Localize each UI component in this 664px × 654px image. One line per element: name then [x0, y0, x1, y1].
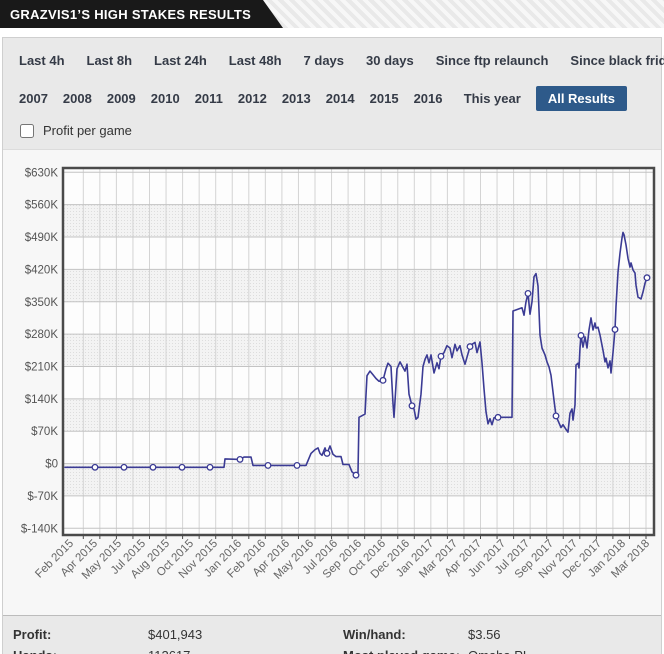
profit-line-chart: $630K $560K $490K $420K $350K $280K $210K $140K…	[21, 166, 656, 582]
year-tab-2016[interactable]: 2016	[414, 91, 443, 106]
stats-section: Profit: $401,943 Win/hand: $3.56 Hands: …	[3, 615, 661, 654]
hands-label: Hands:	[13, 648, 148, 654]
y-axis-tick-label: $210K	[25, 361, 59, 373]
y-axis-tick-label: $560K	[25, 200, 59, 212]
filter-tab-last-48h[interactable]: Last 48h	[229, 53, 282, 68]
filter-tab-last-4h[interactable]: Last 4h	[19, 53, 65, 68]
filter-tab-30-days[interactable]: 30 days	[366, 53, 414, 68]
filter-tab-last-8h[interactable]: Last 8h	[87, 53, 133, 68]
year-tab-2012[interactable]: 2012	[238, 91, 267, 106]
time-range-tabs: Last 4h Last 8h Last 24h Last 48h 7 days 30 d…	[19, 51, 664, 69]
y-axis-tick-label: $490K	[25, 232, 59, 244]
filters-section: Last 4h Last 8h Last 24h Last 48h 7 days 30 d…	[3, 38, 664, 150]
y-axis-tick-label: $140K	[25, 394, 59, 406]
year-tab-this-year[interactable]: This year	[464, 91, 521, 106]
title-banner-row: GRAZVIS1’S HIGH STAKES RESULTS	[0, 0, 664, 28]
most-played-game-label: Most played game:	[343, 648, 468, 654]
year-tab-2015[interactable]: 2015	[370, 91, 399, 106]
year-tab-2014[interactable]: 2014	[326, 91, 355, 106]
y-axis-tick-label: $280K	[25, 329, 59, 341]
profit-value: $401,943	[148, 627, 203, 642]
most-played-game-value: Omaha PL	[468, 648, 661, 654]
chart-section: $630K $560K $490K $420K $350K $280K $210K $140K…	[3, 150, 661, 615]
filter-tab-since-ftp-relaunch[interactable]: Since ftp relaunch	[436, 53, 549, 68]
title-banner: GRAZVIS1’S HIGH STAKES RESULTS	[0, 0, 283, 28]
profit-label: Profit:	[13, 627, 52, 642]
y-axis-tick-label: $350K	[25, 297, 59, 309]
page-title: GRAZVIS1’S HIGH STAKES RESULTS	[10, 6, 252, 22]
year-tab-2011[interactable]: 2011	[195, 91, 223, 106]
filter-tab-since-black-friday[interactable]: Since black friday	[570, 53, 664, 68]
spacer	[0, 28, 664, 37]
y-axis-tick-label: $-140K	[21, 523, 58, 535]
results-panel: Last 4h Last 8h Last 24h Last 48h 7 days 30 d…	[2, 37, 664, 654]
win-hand-value: $3.56	[468, 627, 501, 642]
year-tab-2010[interactable]: 2010	[151, 91, 180, 106]
y-axis-tick-label: $70K	[31, 426, 58, 438]
year-tabs: 2007 2008 2009 2010 2011 2012 2013 2014 2015 2016…	[19, 85, 645, 111]
filter-tab-7-days[interactable]: 7 days	[304, 53, 344, 68]
y-axis-tick-label: $0	[45, 459, 58, 471]
win-hand-label: Win/hand:	[343, 627, 406, 642]
profit-per-game-checkbox[interactable]	[20, 123, 34, 138]
y-axis-tick-label: $630K	[25, 167, 59, 179]
profit-per-game-row: Profit per game	[19, 122, 645, 139]
y-axis-tick-label: $-70K	[27, 491, 58, 503]
filter-tab-last-24h[interactable]: Last 24h	[154, 53, 207, 68]
year-tab-all-results[interactable]: All Results	[535, 85, 627, 111]
year-tab-2008[interactable]: 2008	[63, 91, 92, 106]
year-tab-2009[interactable]: 2009	[107, 91, 136, 106]
year-tab-2013[interactable]: 2013	[282, 91, 311, 106]
profit-per-game-label: Profit per game	[43, 123, 132, 138]
y-axis-tick-label: $420K	[25, 264, 59, 276]
year-tab-2007[interactable]: 2007	[19, 91, 48, 106]
hands-value: 112617	[148, 648, 343, 654]
